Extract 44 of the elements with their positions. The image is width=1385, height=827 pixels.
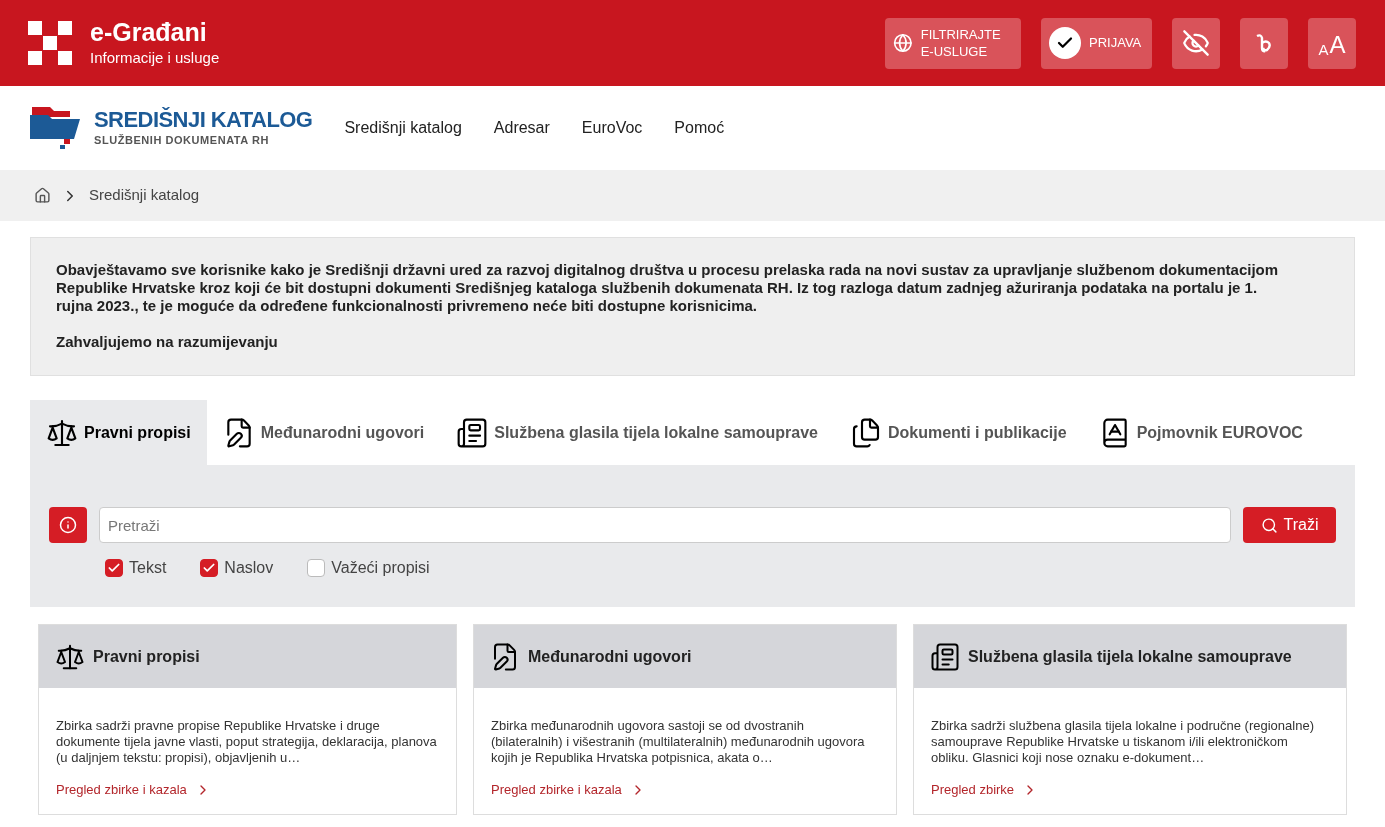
check-icon xyxy=(107,561,121,575)
checkbox[interactable] xyxy=(105,559,123,577)
site-title: e-Građani xyxy=(90,16,208,47)
newspaper-icon xyxy=(456,416,489,449)
category-tab[interactable]: Pravni propisi xyxy=(30,400,207,465)
nav-link[interactable]: Adresar xyxy=(493,116,550,140)
info-button[interactable] xyxy=(49,507,87,543)
checkerboard-logo-icon xyxy=(28,21,72,65)
checkbox-label: Naslov xyxy=(224,558,274,578)
filter-services-button[interactable]: FILTRIRAJTE E-USLUGE xyxy=(885,17,1021,69)
site-subtitle: Informacije i usluge xyxy=(90,47,220,68)
font-button[interactable] xyxy=(1240,17,1288,69)
card-description: Zbirka sadrži službena glasila tijela lokalne i područne (regionalne) samouprave Republike Hrvatske u tiskanom i/ili elektroničkom obliku. Glasnici koji nose oznaku e-dokument… xyxy=(930,717,1315,766)
card-link[interactable]: Pregled zbirke xyxy=(931,780,1039,800)
checkbox[interactable] xyxy=(307,559,326,577)
checkbox-label: Važeći propisi xyxy=(331,558,430,578)
checkbox-label: Tekst xyxy=(129,558,167,578)
home-icon[interactable] xyxy=(34,187,51,204)
checkbox[interactable] xyxy=(200,559,219,577)
logo-title: SREDIŠNJI KATALOG xyxy=(94,107,313,132)
search-button[interactable]: Traži xyxy=(1243,507,1336,543)
card-link[interactable]: Pregled zbirke i kazala xyxy=(56,780,211,800)
info-icon xyxy=(59,516,77,534)
card-title: Pravni propisi xyxy=(93,646,200,667)
nav-link[interactable]: EuroVoc xyxy=(581,116,643,140)
notice-thanks: Zahvaljujemo na razumijevanju xyxy=(56,333,279,351)
eye-off-icon xyxy=(1182,29,1210,57)
check-icon xyxy=(202,561,217,575)
nav-link[interactable]: Pomoć xyxy=(674,116,725,140)
text-size-button[interactable]: AA xyxy=(1308,17,1356,69)
hide-button[interactable] xyxy=(1172,17,1220,69)
card-description: Zbirka sadrži pravne propise Republike Hrvatske i druge dokumente tijela javne vlasti, poput strategija, deklaracija, planova (u daljnjem tekstu: propisi), objavljenih u… xyxy=(55,717,438,766)
newspaper-icon xyxy=(930,641,960,672)
card-description: Zbirka međunarodnih ugovora sastoji se od dvostranih (bilateralnih) i višestranih (multilateralnih) međunarodnih ugovora kojih je Republika Hrvatska potpisnica, akata o… xyxy=(490,717,866,766)
logo-subtitle: SLUŽBENIH DOKUMENATA RH xyxy=(94,132,270,148)
card-title: Službena glasila tijela lokalne samouprave xyxy=(968,646,1292,667)
card-link[interactable]: Pregled zbirke i kazala xyxy=(491,780,646,800)
nav-link[interactable]: Središnji katalog xyxy=(344,116,462,140)
card-title: Međunarodni ugovori xyxy=(528,646,692,667)
search-field[interactable]: Pretraži xyxy=(99,507,1231,543)
notice-text: Obavještavamo sve korisnike kako je Središnji državni ured za razvoj digitalnog društva u procesu prelaska rada na novi sustav za upravljanje službenom dokumentacijom Republike Hrvatske kroz koji će bit dostupni dokumenti Središnjeg kataloga službenih dokumenata RH. Iz tog razloga datum zadnjeg ažuriranja podataka na portalu je 1. rujna 2023., te je moguće da određene funkcionalnosti privremeno neće biti dostupne korisnicima. xyxy=(56,261,1280,315)
breadcrumb-link[interactable]: Središnji katalog xyxy=(89,184,200,207)
search-icon xyxy=(1260,516,1278,534)
login-button[interactable]: PRIJAVA xyxy=(1041,17,1152,69)
